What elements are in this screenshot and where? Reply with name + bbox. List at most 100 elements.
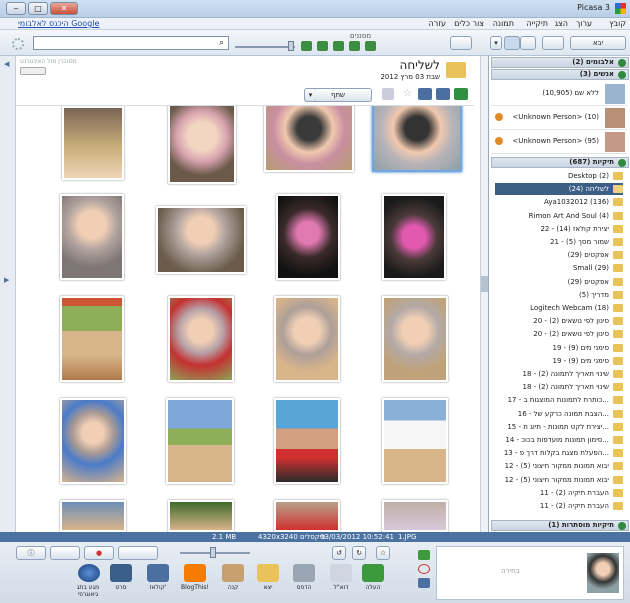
folder-item[interactable]: Desktop (2) (495, 170, 623, 182)
folder-item[interactable]: 20 - סינון לפי נושאים (2) (495, 328, 623, 340)
movie-button[interactable] (418, 88, 432, 100)
person-item[interactable]: <Unknown Person> (95) (491, 130, 627, 154)
folder-item[interactable]: 21 - שמור מסך (5) (495, 236, 623, 248)
photo-thumb[interactable] (168, 500, 234, 532)
add-to-album-icon[interactable] (418, 578, 430, 588)
folder-item[interactable]: 20 - סינון לפי נושאים (2) (495, 315, 623, 327)
filter-video-icon[interactable] (333, 41, 344, 51)
import-button[interactable]: יבא (570, 36, 626, 50)
filter-faces-icon[interactable] (317, 41, 328, 51)
folder-item[interactable]: 22 - יצירת קולאז (14) (495, 223, 623, 235)
save-icon[interactable] (382, 88, 394, 100)
photo-thumb[interactable] (276, 194, 340, 280)
menu-help[interactable]: עזרה (428, 18, 446, 30)
collapse-left-icon[interactable]: ◀ (4, 60, 9, 68)
rotate-right-button[interactable]: ↻ (352, 546, 366, 560)
photo-thumb-selected[interactable] (372, 104, 462, 172)
menu-picture[interactable]: תמונה (493, 18, 514, 30)
geotag-button[interactable]: ● (84, 546, 114, 560)
folder-item[interactable]: 18 - שינוי תאריך לתמונה (2) (495, 368, 623, 380)
expand-left-icon[interactable]: ▶ (4, 276, 9, 284)
folders-section-header[interactable]: תיקיות (687) (491, 157, 629, 168)
folder-item[interactable]: 19 - סימני מים (9) (495, 342, 623, 354)
photo-thumb[interactable] (60, 296, 124, 382)
rotate-left-button[interactable]: ↺ (332, 546, 346, 560)
photo-thumb[interactable] (156, 206, 246, 274)
share-dropdown-button[interactable]: ▾ (304, 88, 316, 102)
filter-upload-icon[interactable] (349, 41, 360, 51)
hidden-folders-header[interactable]: תיקיות מוסתרות (1) (491, 520, 629, 531)
maximize-button[interactable]: □ (28, 2, 48, 15)
menu-view[interactable]: הצג (555, 18, 568, 30)
folder-item[interactable]: 12 - יבוא תמונות ממקור חיצוני (5) (495, 474, 623, 486)
photo-thumb[interactable] (382, 296, 448, 382)
photo-thumb[interactable] (62, 106, 124, 180)
folder-item[interactable]: 13 - הפעלת מצגת בקלות דרך פ... (495, 447, 623, 459)
print-icon[interactable] (293, 564, 315, 582)
zoom-slider-handle[interactable] (210, 547, 216, 558)
info-button[interactable]: ⓘ (16, 546, 46, 560)
people-section-header[interactable]: אנשים (3) (491, 69, 629, 80)
photo-thumb[interactable] (166, 398, 234, 484)
folder-item[interactable]: Rimon Art And Soul (4) (495, 210, 623, 222)
upload-icon[interactable] (362, 564, 384, 582)
export-icon[interactable] (257, 564, 279, 582)
photo-thumb[interactable] (274, 296, 340, 382)
filter-star-icon[interactable] (365, 41, 376, 51)
photo-thumb[interactable] (168, 296, 234, 382)
folder-item[interactable]: 19 - סימני מים (9) (495, 355, 623, 367)
menu-create[interactable]: צור (473, 18, 484, 30)
photo-thumb[interactable] (60, 194, 124, 280)
clear-tray-icon[interactable] (418, 564, 430, 574)
photo-thumb[interactable] (382, 398, 448, 484)
photo-thumb[interactable] (382, 500, 448, 532)
movie-icon[interactable] (110, 564, 132, 582)
folder-item[interactable]: Logitech Webcam (18) (495, 302, 623, 314)
folder-item[interactable]: 12 - יבוא תמונות ממקור חיצוני (5) (495, 460, 623, 472)
folder-item[interactable]: 18 - שינוי תאריך לתמונה (2) (495, 381, 623, 393)
photo-thumb[interactable] (264, 104, 354, 172)
folder-item[interactable]: אפקטים (29) (495, 276, 623, 288)
people-toolbar-button[interactable] (450, 36, 472, 50)
email-icon[interactable] (330, 564, 352, 582)
person-item[interactable]: <Unknown Person> (10) (491, 106, 627, 130)
albums-section-header[interactable]: אלבומים (2) (491, 57, 629, 68)
folder-item[interactable]: 16 - הצבת תמונה כרקע של... (495, 408, 623, 420)
folder-item[interactable]: Aya1032012 (136) (495, 196, 623, 208)
menu-tools[interactable]: כלים (454, 18, 470, 30)
photo-thumb[interactable] (382, 194, 446, 280)
collage-icon[interactable] (147, 564, 169, 582)
shop-icon[interactable] (222, 564, 244, 582)
search-icon[interactable]: ⌕ (219, 38, 224, 48)
people-button[interactable] (118, 546, 158, 560)
folder-item[interactable]: מדריך (5) (495, 289, 623, 301)
folder-item[interactable]: 14 - סימון תמונות מועדפות בכוכ... (495, 434, 623, 446)
folder-item[interactable]: 11 - העברת תיקיה (2) (495, 500, 623, 512)
photo-thumb[interactable] (274, 500, 340, 532)
menu-edit[interactable]: ערוך (576, 18, 592, 30)
hold-pin-icon[interactable] (418, 550, 430, 560)
minimize-button[interactable]: ‒ (6, 2, 26, 15)
folder-item[interactable]: Small (29) (495, 262, 623, 274)
scroll-thumb[interactable] (481, 276, 488, 292)
google-signin-link[interactable]: היכנס לאלבומי Google (18, 18, 99, 30)
photo-thumb[interactable] (60, 398, 126, 484)
menu-folder[interactable]: תיקייה (526, 18, 548, 30)
date-slider[interactable] (235, 46, 295, 48)
view-grid-button[interactable] (504, 36, 520, 50)
view-library-button[interactable] (542, 36, 564, 50)
folder-item[interactable]: 11 - העברת תיקיה (2) (495, 487, 623, 499)
folder-item[interactable]: אפקטים (29) (495, 249, 623, 261)
filter-geo-icon[interactable] (301, 41, 312, 51)
folder-item[interactable]: לשליחה (24) (495, 183, 623, 196)
photo-thumb[interactable] (60, 500, 126, 532)
play-slideshow-button[interactable] (454, 88, 468, 100)
grid-scrollbar[interactable] (480, 56, 488, 532)
view-list-button[interactable] (520, 36, 536, 50)
blogthis-icon[interactable] (184, 564, 206, 582)
person-item[interactable]: ללא שם (10,905) (491, 82, 627, 106)
view-options-button[interactable]: ▾ (490, 36, 502, 50)
close-button[interactable]: ✕ (50, 2, 78, 15)
sync-toggle[interactable] (20, 67, 46, 75)
photo-thumb[interactable] (168, 104, 236, 184)
